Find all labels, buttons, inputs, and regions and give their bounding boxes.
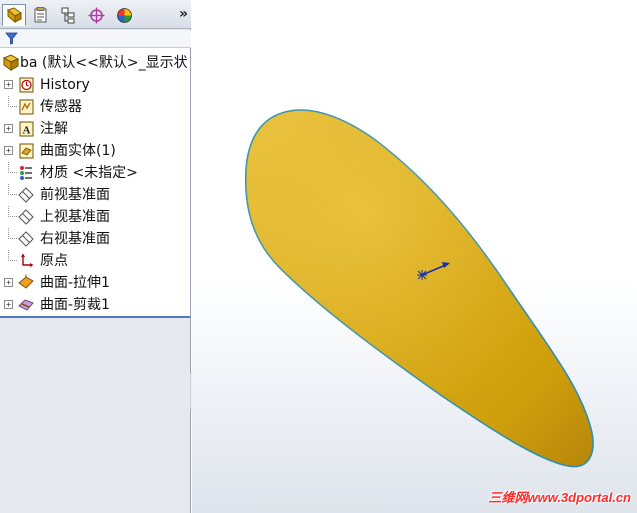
sensor-icon [19, 99, 34, 115]
tree-item-surface-bodies[interactable]: + 曲面实体(1) [0, 140, 190, 162]
display-manager-tab[interactable] [112, 4, 136, 26]
tree-item-front-plane[interactable]: 前视基准面 [0, 184, 190, 206]
svg-text:A: A [23, 125, 31, 137]
manager-tab-bar: » [0, 0, 191, 29]
expand-toggle[interactable]: + [4, 300, 13, 309]
tree-item-top-plane[interactable]: 上视基准面 [0, 206, 190, 228]
property-manager-tab[interactable] [28, 4, 52, 26]
tree-item-surface-trim[interactable]: + 曲面-剪裁1 [0, 294, 190, 316]
plane-icon [18, 231, 34, 247]
surface-model[interactable] [192, 0, 637, 513]
watermark-text: 三维网www.3dportal.cn [488, 490, 631, 505]
property-sheet-icon [34, 6, 46, 22]
expand-toggle[interactable]: + [4, 80, 13, 89]
feature-manager-panel: » ba (默认<<默认>_显示状 + History 传感器 + A 注解 +… [0, 0, 191, 513]
history-icon [19, 77, 34, 93]
feature-manager-tab[interactable] [2, 4, 26, 26]
expand-toggle[interactable]: + [4, 146, 13, 155]
expand-toggle[interactable]: + [4, 124, 13, 133]
tree-item-label: 注解 [40, 121, 68, 137]
panel-empty-area [0, 318, 190, 513]
tree-item-right-plane[interactable]: 右视基准面 [0, 228, 190, 250]
dimxpert-crosshair-icon [88, 7, 104, 23]
tree-item-label: 材质 <未指定> [40, 165, 138, 181]
tree-filter-bar[interactable] [0, 30, 191, 48]
tree-item-annotations[interactable]: + A 注解 [0, 118, 190, 140]
more-tabs-button[interactable]: » [179, 6, 188, 22]
tree-root-part[interactable]: ba (默认<<默认>_显示状 [0, 52, 190, 74]
graphics-viewport[interactable]: 三维网www.3dportal.cn [192, 0, 637, 513]
dimxpert-manager-tab[interactable] [84, 4, 108, 26]
appearance-sphere-icon [116, 7, 132, 23]
surface-trim-icon [18, 299, 34, 311]
expand-toggle[interactable]: + [4, 278, 13, 287]
tree-root-label: ba (默认<<默认>_显示状 [20, 55, 188, 71]
surface-highlight [245, 110, 594, 467]
tree-item-material[interactable]: 材质 <未指定> [0, 162, 190, 184]
tree-item-label: 传感器 [40, 99, 82, 115]
tree-item-label: 曲面-拉伸1 [40, 275, 110, 291]
configuration-manager-tab[interactable] [56, 4, 80, 26]
tree-item-label: 曲面-剪裁1 [40, 297, 110, 313]
tree-item-label: 右视基准面 [40, 231, 110, 247]
tree-item-label: 曲面实体(1) [40, 143, 116, 159]
tree-item-origin[interactable]: 原点 [0, 250, 190, 272]
feature-tree-icon [6, 6, 22, 23]
origin-icon [21, 253, 34, 267]
surface-extrude-icon [18, 274, 34, 289]
tree-item-sensors[interactable]: 传感器 [0, 96, 190, 118]
plane-icon [18, 209, 34, 225]
tree-item-label: 前视基准面 [40, 187, 110, 203]
feature-tree: ba (默认<<默认>_显示状 + History 传感器 + A 注解 + 曲… [0, 48, 190, 318]
configuration-icon [61, 7, 74, 23]
annotation-icon: A [19, 121, 34, 137]
tree-item-label: 原点 [40, 253, 68, 269]
material-icon [20, 166, 32, 180]
plane-icon [18, 187, 34, 203]
tree-item-history[interactable]: + History [0, 74, 190, 96]
tree-item-label: 上视基准面 [40, 209, 110, 225]
filter-icon[interactable] [5, 32, 18, 45]
surface-bodies-icon [19, 143, 34, 159]
tree-item-surface-extrude[interactable]: + 曲面-拉伸1 [0, 272, 190, 294]
part-icon [2, 54, 20, 71]
tree-item-label: History [40, 77, 90, 93]
